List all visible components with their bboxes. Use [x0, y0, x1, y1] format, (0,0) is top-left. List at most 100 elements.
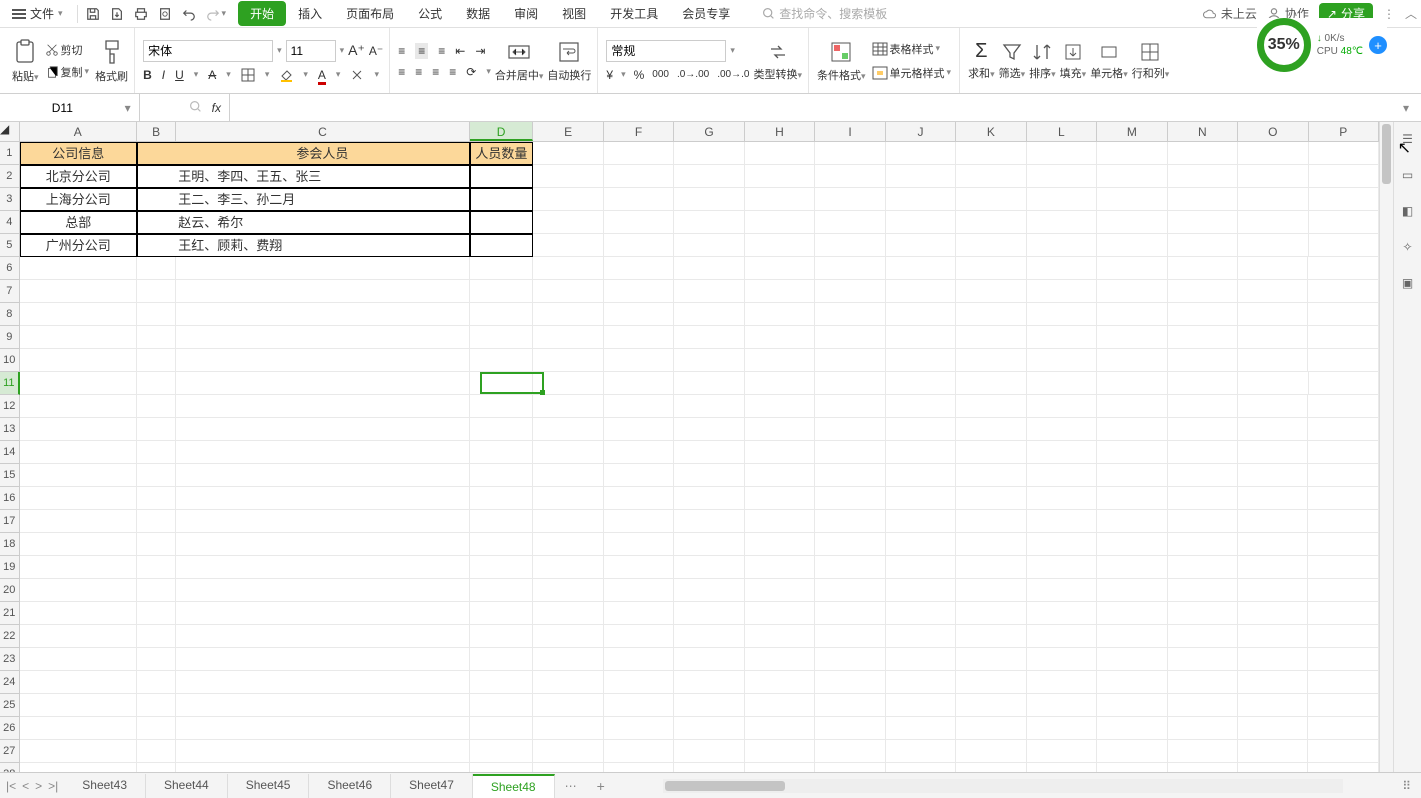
cell-K16[interactable] — [956, 487, 1026, 510]
cell-M2[interactable] — [1097, 165, 1167, 188]
name-box-input[interactable] — [0, 101, 125, 115]
cell-N25[interactable] — [1168, 694, 1238, 717]
cell-A20[interactable] — [20, 579, 137, 602]
cell-M1[interactable] — [1097, 142, 1167, 165]
row-header-3[interactable]: 3 — [0, 188, 20, 211]
cell-F12[interactable] — [604, 395, 674, 418]
cell-F9[interactable] — [604, 326, 674, 349]
cell-F27[interactable] — [604, 740, 674, 763]
cell-I19[interactable] — [815, 556, 885, 579]
cell-P23[interactable] — [1308, 648, 1378, 671]
cell-O16[interactable] — [1238, 487, 1308, 510]
cell-O26[interactable] — [1238, 717, 1308, 740]
cell-N26[interactable] — [1168, 717, 1238, 740]
cell-M18[interactable] — [1097, 533, 1167, 556]
cell-M9[interactable] — [1097, 326, 1167, 349]
cell-M16[interactable] — [1097, 487, 1167, 510]
cell-M5[interactable] — [1097, 234, 1167, 257]
cell-D16[interactable] — [470, 487, 534, 510]
select-all-corner[interactable]: ◢ — [0, 122, 20, 141]
cell-E1[interactable] — [533, 142, 603, 165]
cell-C21[interactable] — [176, 602, 469, 625]
paste-button[interactable]: 粘贴▾ — [12, 38, 39, 84]
chevron-down-icon[interactable]: ▾ — [125, 101, 139, 115]
cell-H15[interactable] — [745, 464, 815, 487]
italic-button[interactable]: I — [162, 68, 165, 82]
cell-F20[interactable] — [604, 579, 674, 602]
cell-L23[interactable] — [1027, 648, 1097, 671]
sheet-tab-Sheet46[interactable]: Sheet46 — [309, 774, 391, 798]
cell-A27[interactable] — [20, 740, 137, 763]
cell-H8[interactable] — [745, 303, 815, 326]
cell-H1[interactable] — [745, 142, 815, 165]
cell-B27[interactable] — [137, 740, 176, 763]
cell-A7[interactable] — [20, 280, 137, 303]
cell-J7[interactable] — [886, 280, 956, 303]
spreadsheet-grid[interactable]: ◢ ABCDEFGHIJKLMNOP 1公司信息参会人员人员数量2北京分公司王明… — [0, 122, 1379, 772]
cell-P17[interactable] — [1308, 510, 1378, 533]
cell-K20[interactable] — [956, 579, 1026, 602]
cell-G8[interactable] — [674, 303, 744, 326]
cell-L26[interactable] — [1027, 717, 1097, 740]
cell-H9[interactable] — [745, 326, 815, 349]
cell-A14[interactable] — [20, 441, 137, 464]
cell-P1[interactable] — [1309, 142, 1379, 165]
cell-E15[interactable] — [533, 464, 603, 487]
cell-P26[interactable] — [1308, 717, 1378, 740]
cell-I25[interactable] — [815, 694, 885, 717]
cell-D9[interactable] — [470, 326, 534, 349]
cell-O25[interactable] — [1238, 694, 1308, 717]
cell-E11[interactable] — [533, 372, 603, 395]
cell-K23[interactable] — [956, 648, 1026, 671]
cell-D27[interactable] — [470, 740, 534, 763]
col-header-G[interactable]: G — [674, 122, 744, 141]
cell-C14[interactable] — [176, 441, 469, 464]
cell-G22[interactable] — [674, 625, 744, 648]
cell-K25[interactable] — [956, 694, 1026, 717]
cell-H14[interactable] — [745, 441, 815, 464]
cell-G17[interactable] — [674, 510, 744, 533]
cell-G19[interactable] — [674, 556, 744, 579]
cell-A18[interactable] — [20, 533, 137, 556]
print-preview-icon[interactable] — [156, 5, 174, 23]
indent-decrease-icon[interactable]: ⇤ — [455, 44, 465, 58]
cell-O21[interactable] — [1238, 602, 1308, 625]
cell-A23[interactable] — [20, 648, 137, 671]
cell-L11[interactable] — [1027, 372, 1097, 395]
cell-H11[interactable] — [745, 372, 815, 395]
cell-I7[interactable] — [815, 280, 885, 303]
cell-P19[interactable] — [1308, 556, 1378, 579]
cell-O7[interactable] — [1238, 280, 1308, 303]
cell-E23[interactable] — [533, 648, 603, 671]
cell-I28[interactable] — [815, 763, 885, 772]
clear-format-button[interactable] — [350, 68, 364, 82]
cell-B19[interactable] — [137, 556, 176, 579]
cell-G28[interactable] — [674, 763, 744, 772]
cell-G15[interactable] — [674, 464, 744, 487]
cell-A16[interactable] — [20, 487, 137, 510]
cell-H22[interactable] — [745, 625, 815, 648]
cell-I20[interactable] — [815, 579, 885, 602]
sort-button[interactable]: 排序▾ — [1029, 41, 1056, 81]
cell-L4[interactable] — [1027, 211, 1097, 234]
cell-E22[interactable] — [533, 625, 603, 648]
sheet-tab-Sheet47[interactable]: Sheet47 — [391, 774, 473, 798]
cell-I6[interactable] — [815, 257, 885, 280]
cell-G26[interactable] — [674, 717, 744, 740]
align-middle-icon[interactable]: ≡ — [415, 43, 428, 59]
wrap-button[interactable]: 自动换行 — [547, 39, 591, 83]
cell-K7[interactable] — [956, 280, 1026, 303]
cell-O5[interactable] — [1238, 234, 1308, 257]
type-convert-button[interactable]: 类型转换▾ — [753, 40, 802, 82]
cell-G4[interactable] — [674, 211, 744, 234]
cell-C11[interactable] — [176, 372, 469, 395]
cell-G12[interactable] — [674, 395, 744, 418]
cell-C15[interactable] — [176, 464, 469, 487]
cell-C26[interactable] — [176, 717, 469, 740]
cell-F22[interactable] — [604, 625, 674, 648]
formula-input[interactable] — [230, 94, 1403, 121]
col-header-P[interactable]: P — [1309, 122, 1379, 141]
row-header-8[interactable]: 8 — [0, 303, 20, 326]
cell-H19[interactable] — [745, 556, 815, 579]
cell-N27[interactable] — [1168, 740, 1238, 763]
